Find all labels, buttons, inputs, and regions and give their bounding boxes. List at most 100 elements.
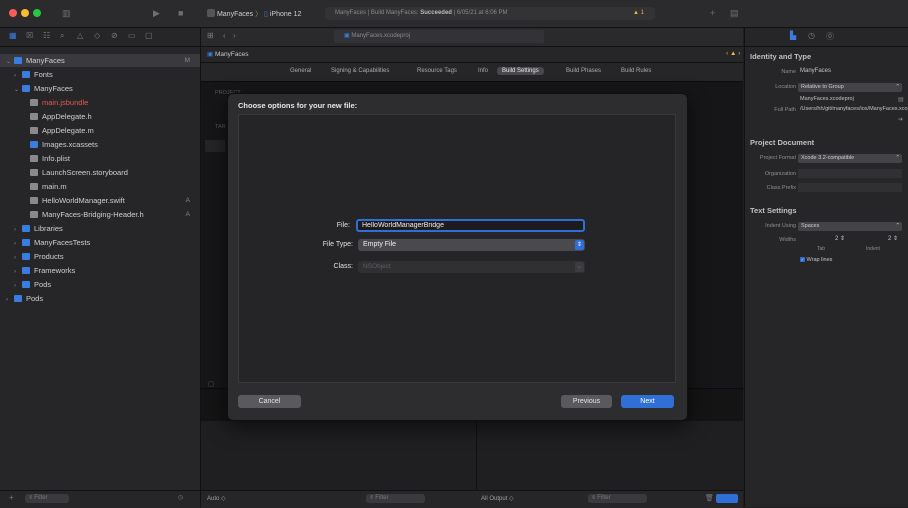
nav-item[interactable]: main.m [0, 180, 200, 193]
previous-button[interactable]: Previous [561, 395, 612, 408]
file-name-input[interactable] [356, 219, 585, 232]
nav-item[interactable]: ⌄ ManyFaces M [0, 54, 200, 67]
trash-icon[interactable]: 🗑 [705, 494, 714, 502]
history-inspector-icon[interactable]: ◷ [808, 31, 815, 40]
next-button[interactable]: Next [621, 395, 674, 408]
tab-width-stepper[interactable]: 2 ⇕ [835, 235, 845, 242]
tab-general[interactable]: General [290, 68, 311, 74]
nav-item[interactable]: Images.xcassets [0, 138, 200, 151]
name-value[interactable]: ManyFaces [800, 68, 831, 74]
nav-item[interactable]: LaunchScreen.storyboard [0, 166, 200, 179]
tab-info[interactable]: Info [478, 68, 488, 74]
nav-item[interactable]: › Pods [0, 292, 200, 305]
close-window-button[interactable] [9, 9, 17, 17]
issue-navigator-icon[interactable]: △ [77, 31, 83, 40]
warning-badge[interactable]: ▲ 1 [633, 10, 644, 16]
nav-item[interactable]: HelloWorldManager.swift A [0, 194, 200, 207]
tab-project-file[interactable]: ▣ ManyFaces.xcodeproj [334, 30, 544, 43]
file-type-select[interactable]: Empty File ⇕ [358, 239, 585, 251]
location-select[interactable]: Relative to Group ⌃ [798, 83, 902, 92]
project-format-select[interactable]: Xcode 3.2-compatible ⌃ [798, 154, 902, 163]
library-icon[interactable]: + [710, 8, 715, 18]
back-arrow-icon[interactable]: ‹ [223, 31, 226, 40]
console-filter-input[interactable]: ⌽ Filter [588, 494, 647, 503]
recent-files-icon[interactable]: ◷ [178, 494, 183, 501]
wrap-lines-checkbox[interactable]: ✓ Wrap lines [800, 257, 832, 263]
identity-type-header: Identity and Type [750, 52, 812, 61]
editor-tab-bar: ⊞ ‹ › ▣ ManyFaces.xcodeproj [201, 28, 743, 47]
find-navigator-icon[interactable]: ⌕ [60, 31, 64, 41]
debug-navigator-icon[interactable]: ⊘ [111, 31, 118, 40]
navigator-filter-input[interactable]: ⌽ Filter [25, 494, 69, 503]
console-layout-toggle[interactable] [716, 494, 738, 503]
breakpoint-navigator-icon[interactable]: ▭ [128, 31, 136, 40]
nav-item[interactable]: AppDelegate.h [0, 110, 200, 123]
nav-item[interactable]: Info.plist [0, 152, 200, 165]
class-prefix-field[interactable] [798, 183, 902, 192]
reveal-arrow-icon[interactable]: ➜ [898, 116, 903, 123]
zoom-window-button[interactable] [33, 9, 41, 17]
nav-item[interactable]: › Frameworks [0, 264, 200, 277]
inspector-tabs: ▙ ◷ ⓪ [744, 28, 908, 47]
nav-item-label: Products [34, 252, 64, 261]
source-control-badge: A [185, 211, 190, 218]
report-navigator-icon[interactable]: ▢ [145, 31, 153, 40]
folder-icon [22, 267, 30, 274]
nav-item[interactable]: ManyFaces-Bridging-Header.h A [0, 208, 200, 221]
add-file-icon[interactable]: + [9, 493, 14, 502]
inspector-toggle-icon[interactable]: ▤ [730, 8, 739, 19]
tab-resource-tags[interactable]: Resource Tags [417, 68, 457, 74]
nav-item-label: ManyFaces [26, 56, 65, 65]
run-icon[interactable]: ▶ [153, 8, 160, 19]
minimize-window-button[interactable] [21, 9, 29, 17]
symbol-navigator-icon[interactable]: ☷ [43, 31, 50, 40]
chevron-right-icon[interactable]: › [6, 294, 14, 307]
nav-item[interactable]: › Fonts [0, 68, 200, 81]
forward-arrow-icon[interactable]: › [233, 31, 236, 40]
help-inspector-icon[interactable]: ⓪ [826, 31, 834, 42]
console-output-label: All Output [481, 496, 508, 502]
indent-using-select[interactable]: Spaces ⌃ [798, 222, 902, 231]
location-file: ManyFaces.xcodeproj [800, 96, 854, 102]
nav-item[interactable]: ⌄ ManyFaces [0, 82, 200, 95]
scheme-selector[interactable]: ManyFaces 〉 ▯ iPhone 12 [207, 9, 301, 19]
tab-build-settings[interactable]: Build Settings [497, 67, 544, 75]
console-filter-placeholder: Filter [597, 495, 611, 501]
debug-scope-selector[interactable]: Auto ◇ [207, 495, 226, 502]
project-icon [14, 57, 22, 64]
variables-filter-input[interactable]: ⌽ Filter [366, 494, 425, 503]
tab-build-phases[interactable]: Build Phases [566, 68, 601, 74]
device-icon: ▯ [264, 11, 268, 18]
jump-warning-icon[interactable]: ‹ ▲ › [726, 50, 740, 57]
indent-width-stepper[interactable]: 2 ⇕ [888, 235, 898, 242]
nav-item[interactable]: › ManyFacesTests [0, 236, 200, 249]
folder-navigator-icon[interactable]: ▦ [9, 31, 17, 40]
location-value: Relative to Group [801, 84, 844, 90]
nav-item[interactable]: main.jsbundle [0, 96, 200, 109]
source-control-icon[interactable]: ☒ [26, 31, 33, 40]
nav-item[interactable]: › Products [0, 250, 200, 263]
file-inspector-icon[interactable]: ▙ [790, 31, 796, 40]
tab-signing-capabilities[interactable]: Signing & Capabilities [331, 68, 389, 74]
nav-item[interactable]: › Pods [0, 278, 200, 291]
fullpath-label: Full Path [774, 107, 796, 113]
stop-icon[interactable]: ■ [178, 8, 183, 18]
nav-item[interactable]: AppDelegate.m [0, 124, 200, 137]
folder-icon[interactable]: ▤ [898, 96, 904, 103]
nav-item-label: Pods [26, 294, 44, 303]
nav-item[interactable]: › Libraries [0, 222, 200, 235]
nav-item-label: LaunchScreen.storyboard [42, 168, 128, 177]
class-label: Class: [333, 263, 353, 270]
cancel-button[interactable]: Cancel [238, 395, 301, 408]
sidebar-toggle-icon[interactable]: ▥ [62, 8, 71, 19]
chevron-updown-icon: ⌃ [895, 155, 900, 161]
test-navigator-icon[interactable]: ◇ [94, 31, 100, 40]
organization-field[interactable] [798, 169, 902, 178]
tab-build-rules[interactable]: Build Rules [621, 68, 651, 74]
jump-bar-project[interactable]: ▣ ManyFaces [207, 50, 249, 58]
console-output-selector[interactable]: All Output ◇ [481, 495, 514, 502]
storyboard-icon [30, 169, 38, 176]
tab-label: ManyFaces.xcodeproj [351, 33, 411, 39]
nav-item-label: main.jsbundle [42, 98, 89, 107]
grid-icon[interactable]: ⊞ [207, 31, 214, 40]
